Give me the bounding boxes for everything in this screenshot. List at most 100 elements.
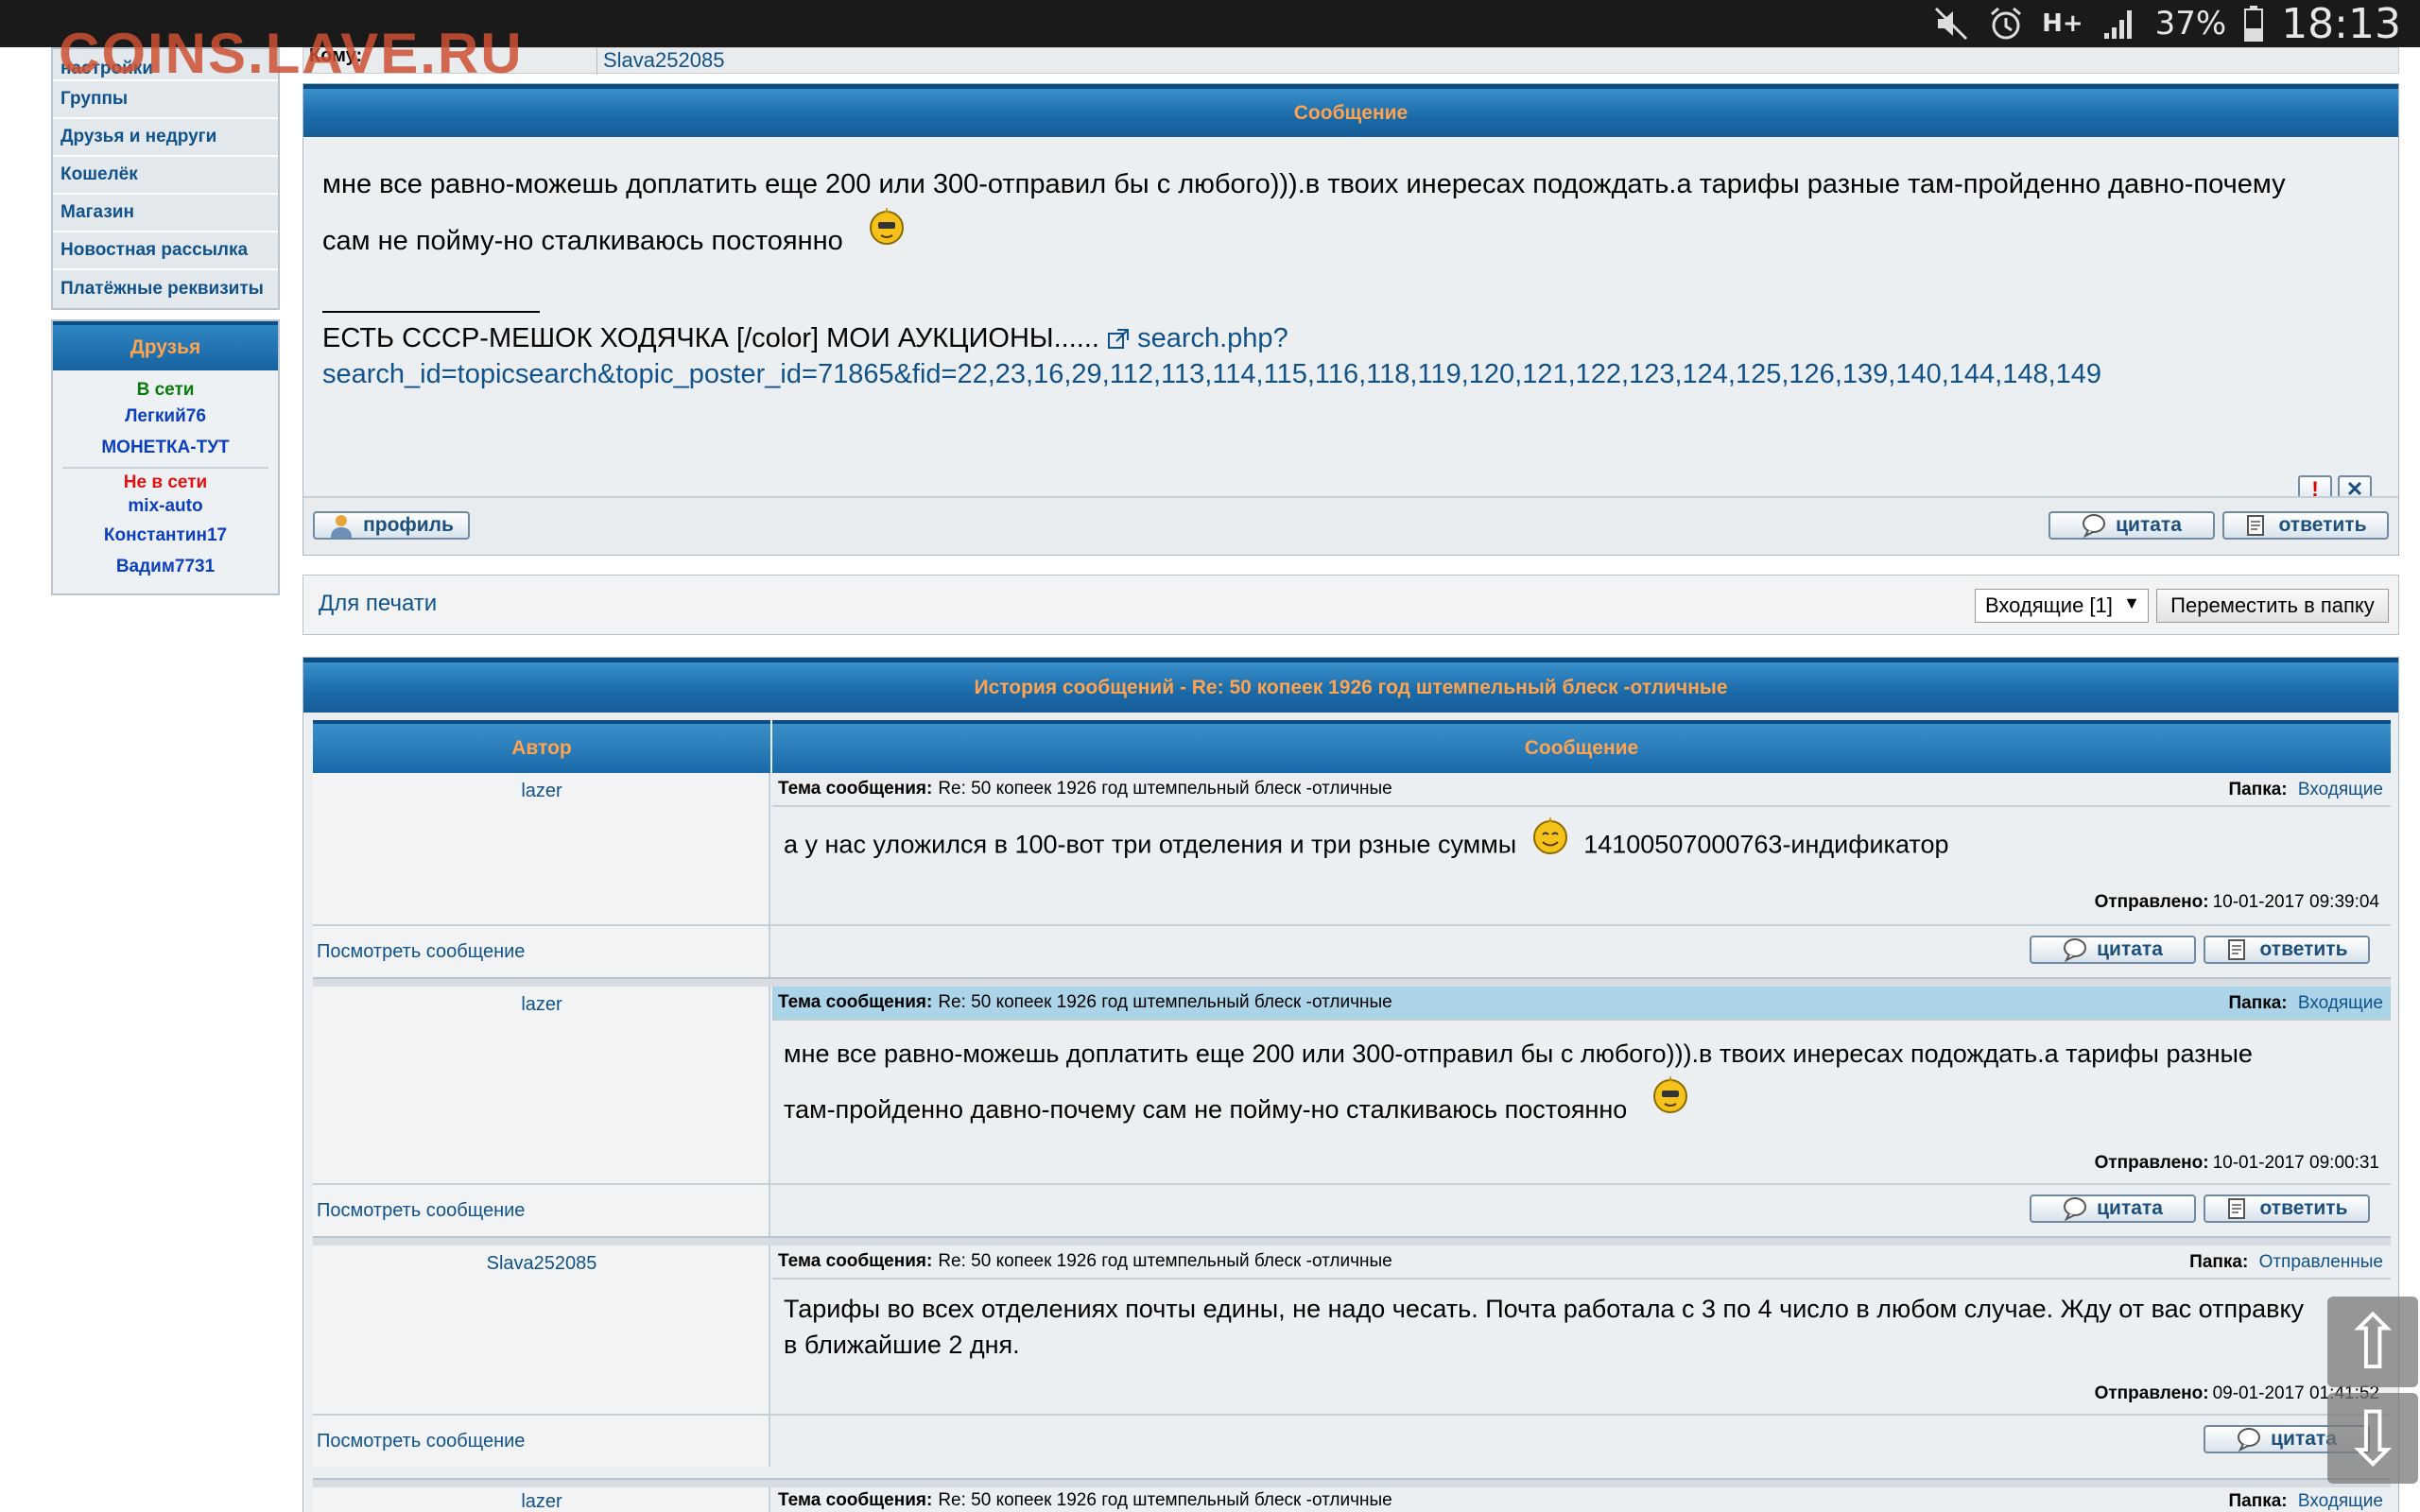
divider — [62, 467, 268, 469]
arrow-up-icon: ⇧ — [2341, 1297, 2405, 1386]
friend-link[interactable]: Легкий76 — [60, 401, 270, 432]
message-text: там-пройденно давно-почему сам не пойму-… — [784, 1095, 1628, 1125]
sidebar-item-wallet[interactable]: Кошелёк — [53, 157, 278, 195]
sidebar: настройки Группы Друзья и недруги Кошелё… — [51, 47, 280, 595]
user-icon — [329, 513, 354, 538]
reply-icon — [2244, 513, 2269, 538]
view-message-link[interactable]: Посмотреть сообщение — [317, 941, 525, 963]
folder-link[interactable]: Отправленные — [2259, 1252, 2383, 1272]
smiley-icon — [868, 205, 906, 265]
folder-link[interactable]: Входящие — [2298, 993, 2383, 1013]
battery-percent: 37% — [2154, 5, 2227, 43]
subject-bar: Тема сообщения: Re: 50 копеек 1926 год ш… — [772, 987, 2391, 1021]
sidebar-item-shop[interactable]: Магазин — [53, 195, 278, 232]
alarm-icon — [1987, 5, 2025, 43]
subject-text: Re: 50 копеек 1926 год штемпельный блеск… — [938, 992, 1392, 1012]
reply-button[interactable]: ответить — [2222, 511, 2389, 540]
online-label: В сети — [136, 380, 195, 400]
sent-date: 10-01-2017 09:39:04 — [2212, 892, 2379, 912]
history-entry: lazer Тема сообщения: Re: 50 копеек 1926… — [313, 979, 2391, 1238]
subject-bar: Тема сообщения: Re: 50 копеек 1926 год ш… — [772, 773, 2391, 807]
offline-label: Не в сети — [123, 472, 208, 492]
message-text: Тарифы во всех отделениях почты едины, н… — [784, 1295, 2305, 1323]
signature-link[interactable]: search_id=topicsearch&topic_poster_id=71… — [322, 356, 2383, 392]
history-table: Автор Сообщение lazer Тема сообщения: Re… — [313, 720, 2391, 1512]
history-entry: lazer Тема сообщения: Re: 50 копеек 1926… — [313, 773, 2391, 979]
friend-link[interactable]: mix-auto — [60, 493, 270, 520]
quote-button[interactable]: цитата — [2048, 511, 2215, 540]
quote-icon — [2063, 1196, 2087, 1222]
reply-button[interactable]: ответить — [2204, 1194, 2370, 1223]
quote-icon — [2082, 513, 2106, 539]
sidebar-item-groups[interactable]: Группы — [53, 81, 278, 119]
subject-text: Re: 50 копеек 1926 год штемпельный блеск… — [938, 1490, 1392, 1510]
friend-link[interactable]: МОНЕТКА-ТУТ — [60, 432, 270, 463]
message-text: мне все равно-можешь доплатить еще 200 и… — [784, 1040, 2253, 1068]
subject-text: Re: 50 копеек 1926 год штемпельный блеск… — [938, 779, 1392, 799]
recipient-link[interactable]: Slava252085 — [596, 48, 724, 75]
arrow-down-icon: ⇩ — [2341, 1394, 2405, 1483]
message-actions: профиль цитата ответить — [303, 496, 2398, 555]
message-text: 14100507000763-индификатор — [1583, 830, 1949, 859]
watermark: COINS.LAVE.RU — [59, 22, 524, 85]
quote-icon — [2237, 1427, 2261, 1452]
reply-icon — [2225, 1196, 2250, 1221]
view-message-link[interactable]: Посмотреть сообщение — [317, 1431, 525, 1452]
message-line: мне все равно-можешь доплатить еще 200 и… — [322, 169, 2286, 199]
message-history-panel: История сообщений - Re: 50 копеек 1926 г… — [302, 657, 2399, 1512]
quote-button[interactable]: цитата — [2030, 1194, 2196, 1223]
print-link[interactable]: Для печати — [319, 591, 437, 617]
quote-icon — [2063, 937, 2087, 963]
message-body: мне все равно-можешь доплатить еще 200 и… — [322, 156, 2383, 272]
quote-button[interactable]: цитата — [2030, 936, 2196, 964]
scroll-down-button[interactable]: ⇩ — [2327, 1393, 2418, 1484]
scroll-up-button[interactable]: ⇧ — [2327, 1297, 2418, 1387]
sidebar-item-friends-foes[interactable]: Друзья и недруги — [53, 119, 278, 157]
dropdown-arrow-icon: ▼ — [2123, 593, 2140, 612]
author-link[interactable]: Slava252085 — [313, 1253, 770, 1275]
subject-bar: Тема сообщения: Re: 50 копеек 1926 год ш… — [772, 1246, 2391, 1280]
folder-link[interactable]: Входящие — [2298, 780, 2383, 799]
reply-button[interactable]: ответить — [2204, 936, 2370, 964]
folder-select[interactable]: Входящие [1] ▼ — [1975, 589, 2149, 623]
author-link[interactable]: lazer — [313, 781, 770, 802]
signature-text: ЕСТЬ СССР-МЕШОК ХОДЯЧКА [/color] МОИ АУК… — [322, 323, 1099, 353]
friend-link[interactable]: Вадим7731 — [60, 551, 270, 582]
message-line: сам не пойму-но сталкиваюсь постоянно — [322, 226, 843, 257]
signature-divider — [322, 311, 540, 313]
message-text: в ближайшие 2 дня. — [784, 1331, 1020, 1359]
friends-panel: Друзья В сети Легкий76 МОНЕТКА-ТУТ Не в … — [51, 319, 280, 595]
smiley-icon — [1651, 1074, 1689, 1134]
external-link-icon — [1107, 323, 1137, 353]
subject-text: Re: 50 копеек 1926 год штемпельный блеск… — [938, 1251, 1392, 1271]
message-panel: Сообщение мне все равно-можешь доплатить… — [302, 83, 2399, 556]
profile-button[interactable]: профиль — [313, 511, 470, 540]
message-header: Сообщение — [303, 84, 2398, 137]
sidebar-item-payment-details[interactable]: Платёжные реквизиты — [53, 270, 278, 308]
history-title: История сообщений - Re: 50 копеек 1926 г… — [303, 658, 2398, 713]
battery-icon — [2243, 5, 2264, 43]
move-to-folder-button[interactable]: Переместить в папку — [2156, 589, 2389, 623]
author-link[interactable]: lazer — [313, 1491, 770, 1512]
signal-icon — [2100, 5, 2138, 43]
reply-icon — [2225, 937, 2250, 962]
column-header-author: Автор — [313, 720, 770, 773]
print-row: Для печати Входящие [1] ▼ Переместить в … — [302, 575, 2399, 635]
signature-link[interactable]: search.php? — [1137, 323, 1288, 353]
message-text: а у нас уложился в 100-вот три отделения… — [784, 830, 1517, 859]
view-message-link[interactable]: Посмотреть сообщение — [317, 1200, 525, 1222]
sidebar-item-newsletter[interactable]: Новостная рассылка — [53, 232, 278, 270]
history-entry: Slava252085 Тема сообщения: Re: 50 копее… — [313, 1238, 2391, 1480]
to-row: Кому: Slava252085 — [302, 45, 2399, 75]
history-entry: lazer Тема сообщения: Re: 50 копеек 1926… — [313, 1480, 2391, 1512]
column-header-message: Сообщение — [772, 720, 2391, 773]
smiley-icon — [1531, 815, 1569, 863]
author-link[interactable]: lazer — [313, 994, 770, 1016]
friends-title: Друзья — [53, 321, 278, 370]
folder-link[interactable]: Входящие — [2298, 1491, 2383, 1511]
subject-bar: Тема сообщения: Re: 50 копеек 1926 год ш… — [772, 1487, 2391, 1512]
friend-link[interactable]: Константин17 — [60, 520, 270, 551]
mute-icon — [1932, 5, 1970, 43]
sidebar-menu: настройки Группы Друзья и недруги Кошелё… — [51, 47, 280, 310]
network-hplus-icon: H+ — [2042, 9, 2083, 38]
